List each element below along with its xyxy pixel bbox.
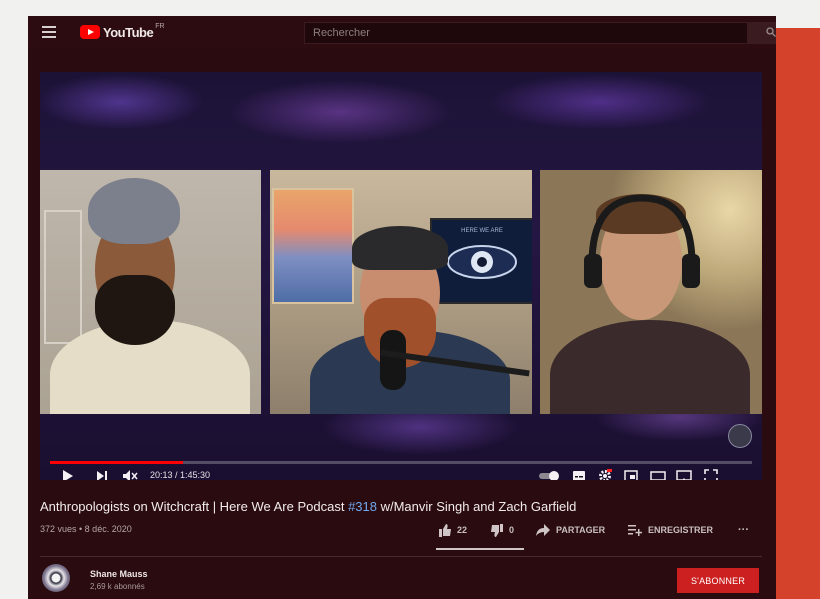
share-button[interactable]: PARTAGER [536, 522, 605, 538]
time-display: 20:13 / 1:45:30 [150, 470, 211, 480]
channel-name[interactable]: Shane Mauss [90, 569, 148, 579]
share-label: PARTAGER [556, 525, 606, 535]
sentiment-fill [436, 548, 524, 550]
subscriber-count: 2,69 k abonnés [90, 582, 145, 591]
video-panel-guest-1 [40, 170, 261, 414]
turban [88, 178, 180, 244]
headphones-icon [584, 194, 700, 288]
youtube-screen: YouTube FR HERE WE ARE [28, 16, 776, 599]
theater-mode-icon[interactable] [650, 469, 666, 480]
country-code: FR [155, 22, 165, 30]
miniplayer-icon[interactable] [624, 469, 638, 480]
search-icon [766, 27, 776, 37]
dislike-button[interactable]: 0 [490, 522, 514, 538]
subtitles-icon[interactable] [572, 469, 586, 480]
thumbs-down-icon [491, 523, 503, 537]
painting [272, 188, 354, 304]
video-title-rest: w/Manvir Singh and Zach Garfield [376, 499, 577, 514]
player-controls: 20:13 / 1:45:30 [40, 466, 762, 480]
video-panel-host: HERE WE ARE [270, 170, 532, 414]
channel-avatar[interactable] [42, 564, 70, 592]
views-date: 372 vues • 8 déc. 2020 [40, 524, 132, 534]
autoplay-toggle-icon[interactable] [538, 469, 560, 480]
share-icon [536, 524, 550, 536]
more-actions-button[interactable]: ··· [738, 522, 749, 538]
progress-fill [50, 461, 184, 464]
cap [352, 226, 448, 270]
settings-icon[interactable] [598, 469, 612, 480]
fullscreen-icon[interactable] [704, 469, 718, 480]
video-title: Anthropologists on Witchcraft | Here We … [40, 499, 576, 514]
masthead: YouTube FR [28, 16, 776, 48]
logo-text: YouTube [103, 24, 154, 40]
eye-icon [447, 245, 517, 279]
mute-icon[interactable] [122, 469, 138, 480]
thumbs-up-icon [439, 523, 451, 537]
beard [95, 275, 175, 345]
video-title-main: Anthropologists on Witchcraft | Here We … [40, 499, 349, 514]
youtube-logo[interactable]: YouTube FR [80, 22, 165, 40]
menu-icon[interactable] [42, 26, 56, 38]
person-body [550, 320, 750, 414]
save-button[interactable]: ENREGISTRER [628, 522, 713, 538]
search-button[interactable] [748, 22, 776, 44]
save-label: ENREGISTRER [648, 525, 714, 535]
search-box [304, 22, 748, 44]
search-input[interactable] [305, 23, 725, 43]
progress-bar[interactable] [50, 461, 752, 464]
next-icon[interactable] [96, 469, 108, 480]
video-player[interactable]: HERE WE ARE 20:13 / 1:45:30 [40, 72, 762, 480]
like-count: 22 [457, 525, 468, 535]
youtube-play-icon [80, 25, 100, 39]
more-icon: ··· [738, 524, 749, 536]
hashtag-link[interactable]: #318 [348, 499, 377, 514]
dislike-count: 0 [509, 525, 515, 535]
cast-icon[interactable] [676, 469, 692, 480]
subscribe-button[interactable]: S'ABONNER [677, 568, 759, 593]
playlist-add-icon [628, 525, 642, 536]
like-button[interactable]: 22 [438, 522, 467, 538]
play-icon[interactable] [62, 469, 74, 480]
divider [40, 556, 762, 557]
video-panel-guest-2 [540, 170, 762, 414]
sentiment-bar [436, 548, 524, 550]
microphone [380, 330, 406, 390]
channel-watermark[interactable] [728, 424, 752, 448]
door [44, 210, 82, 344]
orange-side-panel [776, 28, 820, 599]
